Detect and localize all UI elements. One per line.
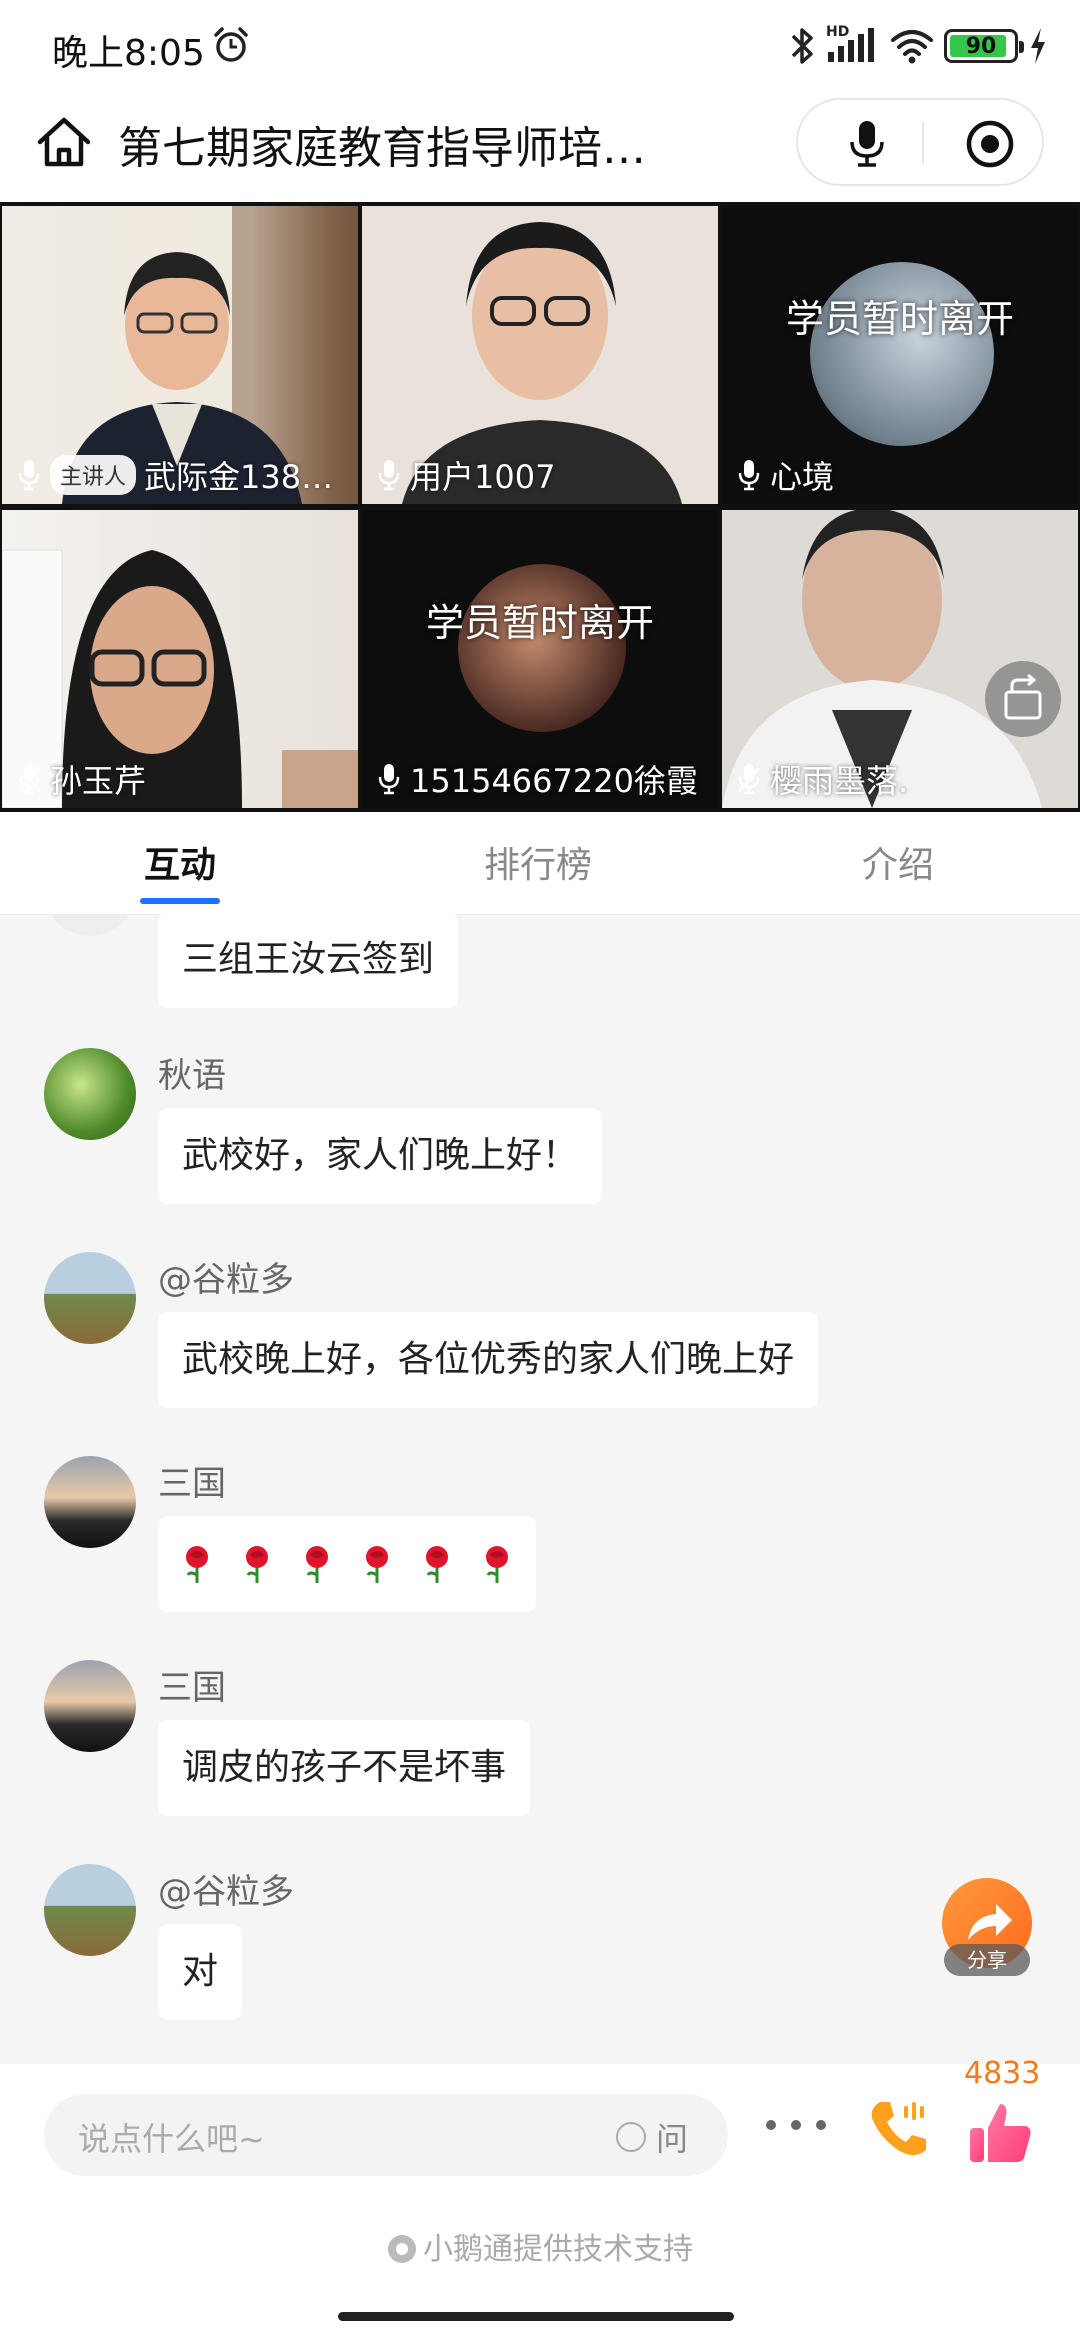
home-indicator[interactable] bbox=[338, 2312, 734, 2321]
tile-label: 用户1007 bbox=[376, 454, 555, 496]
sender-name: @谷粒多 bbox=[158, 1260, 294, 1300]
microphone-muted-icon bbox=[18, 764, 40, 795]
message-bubble: 三组王汝云签到 bbox=[158, 914, 459, 1008]
avatar bbox=[44, 1456, 136, 1548]
tab-bar: 互动 排行榜 介绍 bbox=[0, 812, 1080, 915]
avatar bbox=[44, 1660, 136, 1752]
header: 第七期家庭教育指导师培… bbox=[0, 90, 1080, 202]
video-tile-away[interactable]: 学员暂时离开 心境 bbox=[722, 206, 1078, 504]
message-bubble: 武校好，家人们晚上好！ bbox=[158, 1108, 603, 1204]
host-badge: 主讲人 bbox=[50, 455, 137, 495]
rotate-camera-icon[interactable] bbox=[984, 660, 1062, 738]
status-icons: HD 90 bbox=[790, 22, 1048, 70]
thumbs-up-icon[interactable] bbox=[966, 2098, 1036, 2168]
microphone-icon[interactable] bbox=[842, 118, 892, 168]
more-button[interactable] bbox=[766, 2110, 826, 2140]
sender-name: 三国 bbox=[158, 1668, 226, 1708]
bottom-bar: 说点什么吧~ 问 4833 小鹅通提供技术支持 bbox=[0, 2056, 1080, 2340]
tile-label: 主讲人 武际金138… bbox=[16, 454, 333, 496]
participant-name: 15154667220徐霞 bbox=[410, 762, 698, 800]
comment-input[interactable]: 说点什么吧~ 问 bbox=[44, 2094, 728, 2176]
away-status: 学员暂时离开 bbox=[425, 601, 654, 645]
video-tile-participant[interactable]: 用户1007 bbox=[362, 206, 718, 504]
ask-question-toggle[interactable]: 问 bbox=[616, 2114, 688, 2160]
input-placeholder: 说点什么吧~ bbox=[78, 2120, 265, 2158]
battery-percent: 90 bbox=[965, 33, 997, 59]
away-status: 学员暂时离开 bbox=[785, 297, 1014, 341]
avatar bbox=[44, 1864, 136, 1956]
phone-call-icon[interactable] bbox=[864, 2094, 934, 2164]
bluetooth-icon bbox=[791, 28, 813, 64]
message-bubble: 武校晚上好，各位优秀的家人们晚上好 bbox=[158, 1312, 819, 1408]
tile-label: 樱雨墨落. bbox=[736, 758, 908, 800]
share-label: 分享 bbox=[944, 1944, 1030, 1976]
rose-emoji-icon bbox=[186, 1546, 208, 1583]
ask-label: 问 bbox=[656, 2120, 689, 2158]
video-tile-away[interactable]: 学员暂时离开 15154667220徐霞 bbox=[362, 510, 718, 808]
rose-emoji-icon bbox=[246, 1546, 268, 1583]
tile-label: 心境 bbox=[736, 454, 834, 496]
battery-icon: 90 bbox=[944, 29, 1024, 63]
video-tile-host[interactable]: 主讲人 武际金138… bbox=[2, 206, 358, 504]
avatar bbox=[44, 1048, 136, 1140]
rose-emoji-icon bbox=[426, 1546, 448, 1583]
microphone-icon bbox=[378, 460, 400, 491]
video-tile-participant[interactable]: 孙玉芹 bbox=[2, 510, 358, 808]
participant-avatar bbox=[458, 564, 626, 732]
sender-name: @谷粒多 bbox=[158, 1872, 294, 1912]
tab-intro[interactable]: 介绍 bbox=[862, 836, 934, 888]
credit-text: 小鹅通提供技术支持 bbox=[423, 2232, 693, 2267]
sender-name: 三国 bbox=[158, 1464, 226, 1504]
status-bar: 晚上8:05 HD 90 bbox=[0, 0, 1080, 90]
tab-ranking[interactable]: 排行榜 bbox=[484, 836, 592, 888]
chat-list[interactable]: 三组王汝云签到 秋语 武校好，家人们晚上好！ @谷粒多 武校晚上好，各位优秀的家… bbox=[0, 914, 1080, 2064]
tech-support-credit: 小鹅通提供技术支持 bbox=[0, 2224, 1080, 2268]
microphone-icon bbox=[738, 460, 760, 491]
home-icon[interactable] bbox=[32, 110, 96, 174]
cellular-signal-icon: HD bbox=[826, 24, 880, 66]
wifi-icon bbox=[891, 30, 933, 64]
participant-name: 心境 bbox=[770, 458, 835, 496]
video-grid: 主讲人 武际金138… 用户1007 学员暂时离开 心境 孙玉芹 学员暂时离开 … bbox=[0, 202, 1080, 812]
rose-emoji-icon bbox=[366, 1546, 388, 1583]
avatar bbox=[44, 1252, 136, 1344]
radio-circle-icon bbox=[616, 2122, 646, 2152]
like-count: 4833 bbox=[964, 2056, 1041, 2091]
microphone-icon bbox=[378, 764, 400, 795]
mini-program-capsule bbox=[796, 98, 1044, 186]
participant-name: 孙玉芹 bbox=[50, 762, 147, 800]
video-tile-participant[interactable]: 樱雨墨落. bbox=[722, 510, 1078, 808]
xiaoetong-logo-icon bbox=[388, 2235, 416, 2263]
microphone-muted-icon bbox=[738, 764, 760, 795]
charging-bolt-icon bbox=[1031, 28, 1045, 64]
message-bubble: 对 bbox=[158, 1924, 243, 2020]
participant-name: 用户1007 bbox=[410, 458, 556, 496]
rose-emoji-icon bbox=[306, 1546, 328, 1583]
tile-label: 孙玉芹 bbox=[16, 758, 146, 800]
page-title: 第七期家庭教育指导师培… bbox=[118, 123, 646, 174]
active-tab-indicator bbox=[140, 898, 220, 904]
participant-name: 樱雨墨落. bbox=[770, 762, 909, 800]
participant-name: 武际金138… bbox=[144, 458, 334, 496]
tab-interaction[interactable]: 互动 bbox=[144, 836, 216, 888]
message-bubble bbox=[158, 1516, 536, 1612]
rose-emoji-icon bbox=[486, 1546, 508, 1583]
record-target-icon[interactable] bbox=[964, 118, 1016, 170]
message-bubble: 调皮的孩子不是坏事 bbox=[158, 1720, 531, 1816]
sender-name: 秋语 bbox=[158, 1056, 226, 1096]
alarm-clock-icon bbox=[214, 27, 248, 62]
tile-label: 15154667220徐霞 bbox=[376, 758, 698, 800]
microphone-icon bbox=[18, 460, 40, 491]
status-time: 晚上8:05 bbox=[52, 33, 205, 74]
avatar bbox=[44, 914, 136, 936]
